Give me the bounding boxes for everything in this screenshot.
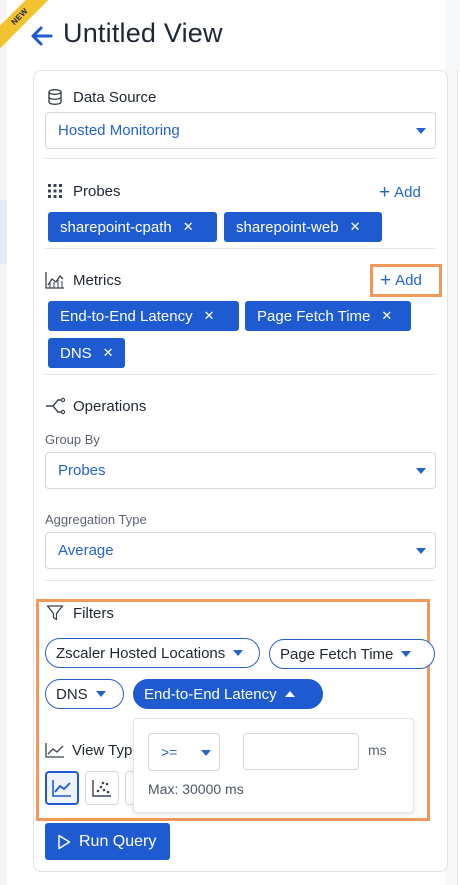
scatter-view-button[interactable] (85, 771, 119, 805)
play-icon (57, 834, 71, 850)
data-source-select[interactable]: Hosted Monitoring (45, 112, 436, 149)
filter-pill[interactable]: Page Fetch Time (269, 639, 435, 669)
filter-value-popover: >= ms Max: 30000 ms (133, 718, 414, 813)
metrics-label: Metrics (73, 271, 122, 289)
chevron-down-icon (95, 691, 106, 697)
line-chart-icon (45, 740, 65, 760)
filter-pill-label: End-to-End Latency (144, 685, 277, 703)
divider (45, 374, 435, 375)
divider (45, 248, 435, 249)
filter-pill-label: DNS (56, 685, 88, 703)
aggregation-type-value: Average (58, 542, 114, 559)
chevron-down-icon (401, 651, 412, 657)
run-query-button[interactable]: Run Query (45, 823, 170, 860)
metric-chip-label: End-to-End Latency (60, 307, 193, 325)
metric-chip[interactable]: DNS ✕ (48, 338, 125, 368)
chevron-down-icon (233, 650, 244, 656)
threshold-unit: ms (368, 742, 387, 758)
back-button[interactable] (29, 23, 55, 49)
run-query-label: Run Query (79, 832, 157, 850)
group-by-value: Probes (58, 462, 106, 479)
view-type-label: View Typ (72, 741, 133, 759)
close-icon[interactable]: ✕ (183, 219, 194, 235)
add-probe-label: Add (394, 184, 421, 201)
close-icon[interactable]: ✕ (350, 219, 361, 235)
filter-pill-active[interactable]: End-to-End Latency (133, 679, 323, 709)
data-source-heading: Data Source (45, 87, 156, 107)
page-title: Untitled View (63, 18, 223, 48)
metric-chip[interactable]: End-to-End Latency ✕ (48, 301, 239, 331)
divider (45, 158, 435, 159)
close-icon[interactable]: ✕ (103, 345, 114, 361)
probe-chip[interactable]: sharepoint-web ✕ (224, 212, 382, 242)
plus-icon: + (379, 182, 391, 203)
database-icon (45, 87, 65, 107)
threshold-input[interactable] (243, 733, 359, 770)
operator-value: >= (161, 744, 178, 760)
line-view-button[interactable] (45, 771, 79, 805)
add-metric-label: Add (395, 272, 422, 289)
chevron-down-icon (201, 750, 211, 756)
filter-pill[interactable]: DNS (45, 679, 124, 709)
operations-heading: Operations (45, 396, 146, 416)
chevron-down-icon (416, 128, 426, 134)
group-by-label: Group By (45, 432, 100, 447)
scatter-chart-icon (92, 780, 111, 797)
probe-chip[interactable]: sharepoint-cpath ✕ (48, 212, 217, 242)
probes-label: Probes (73, 182, 121, 200)
filters-heading: Filters (45, 603, 114, 623)
metric-chip-label: Page Fetch Time (257, 307, 371, 325)
filter-pill[interactable]: Zscaler Hosted Locations (45, 638, 260, 668)
operations-branch-icon (45, 396, 65, 416)
filters-label: Filters (73, 604, 114, 622)
view-type-heading: View Typ (45, 740, 132, 760)
plus-icon: + (380, 270, 392, 291)
filter-pill-label: Page Fetch Time (280, 645, 394, 663)
add-metric-button[interactable]: + Add (380, 271, 422, 290)
filter-funnel-icon (45, 603, 65, 623)
data-source-value: Hosted Monitoring (58, 122, 180, 139)
aggregation-type-label: Aggregation Type (45, 512, 147, 527)
operations-label: Operations (73, 397, 147, 415)
probes-heading: Probes (45, 181, 121, 201)
arrow-left-icon (31, 26, 53, 46)
add-probe-button[interactable]: + Add (379, 183, 421, 202)
chevron-down-icon (416, 548, 426, 554)
chevron-up-icon (284, 691, 295, 697)
left-nav-active-marker (0, 200, 7, 264)
metrics-heading: Metrics (45, 270, 121, 290)
filter-pill-label: Zscaler Hosted Locations (56, 644, 226, 662)
chevron-down-icon (416, 468, 426, 474)
probe-chip-label: sharepoint-web (236, 218, 339, 236)
metrics-chart-icon (45, 270, 65, 290)
threshold-max-note: Max: 30000 ms (148, 781, 244, 797)
left-nav-strip (0, 0, 7, 885)
probes-grid-icon (45, 181, 65, 201)
divider (45, 580, 435, 581)
line-chart-icon (52, 780, 71, 797)
operator-select[interactable]: >= (148, 733, 220, 771)
probe-chip-label: sharepoint-cpath (60, 218, 172, 236)
data-source-label: Data Source (73, 88, 157, 106)
close-icon[interactable]: ✕ (381, 308, 392, 324)
close-icon[interactable]: ✕ (204, 308, 215, 324)
metric-chip-label: DNS (60, 344, 92, 362)
aggregation-type-select[interactable]: Average (45, 532, 436, 569)
group-by-select[interactable]: Probes (45, 452, 436, 489)
metric-chip[interactable]: Page Fetch Time ✕ (245, 301, 411, 331)
